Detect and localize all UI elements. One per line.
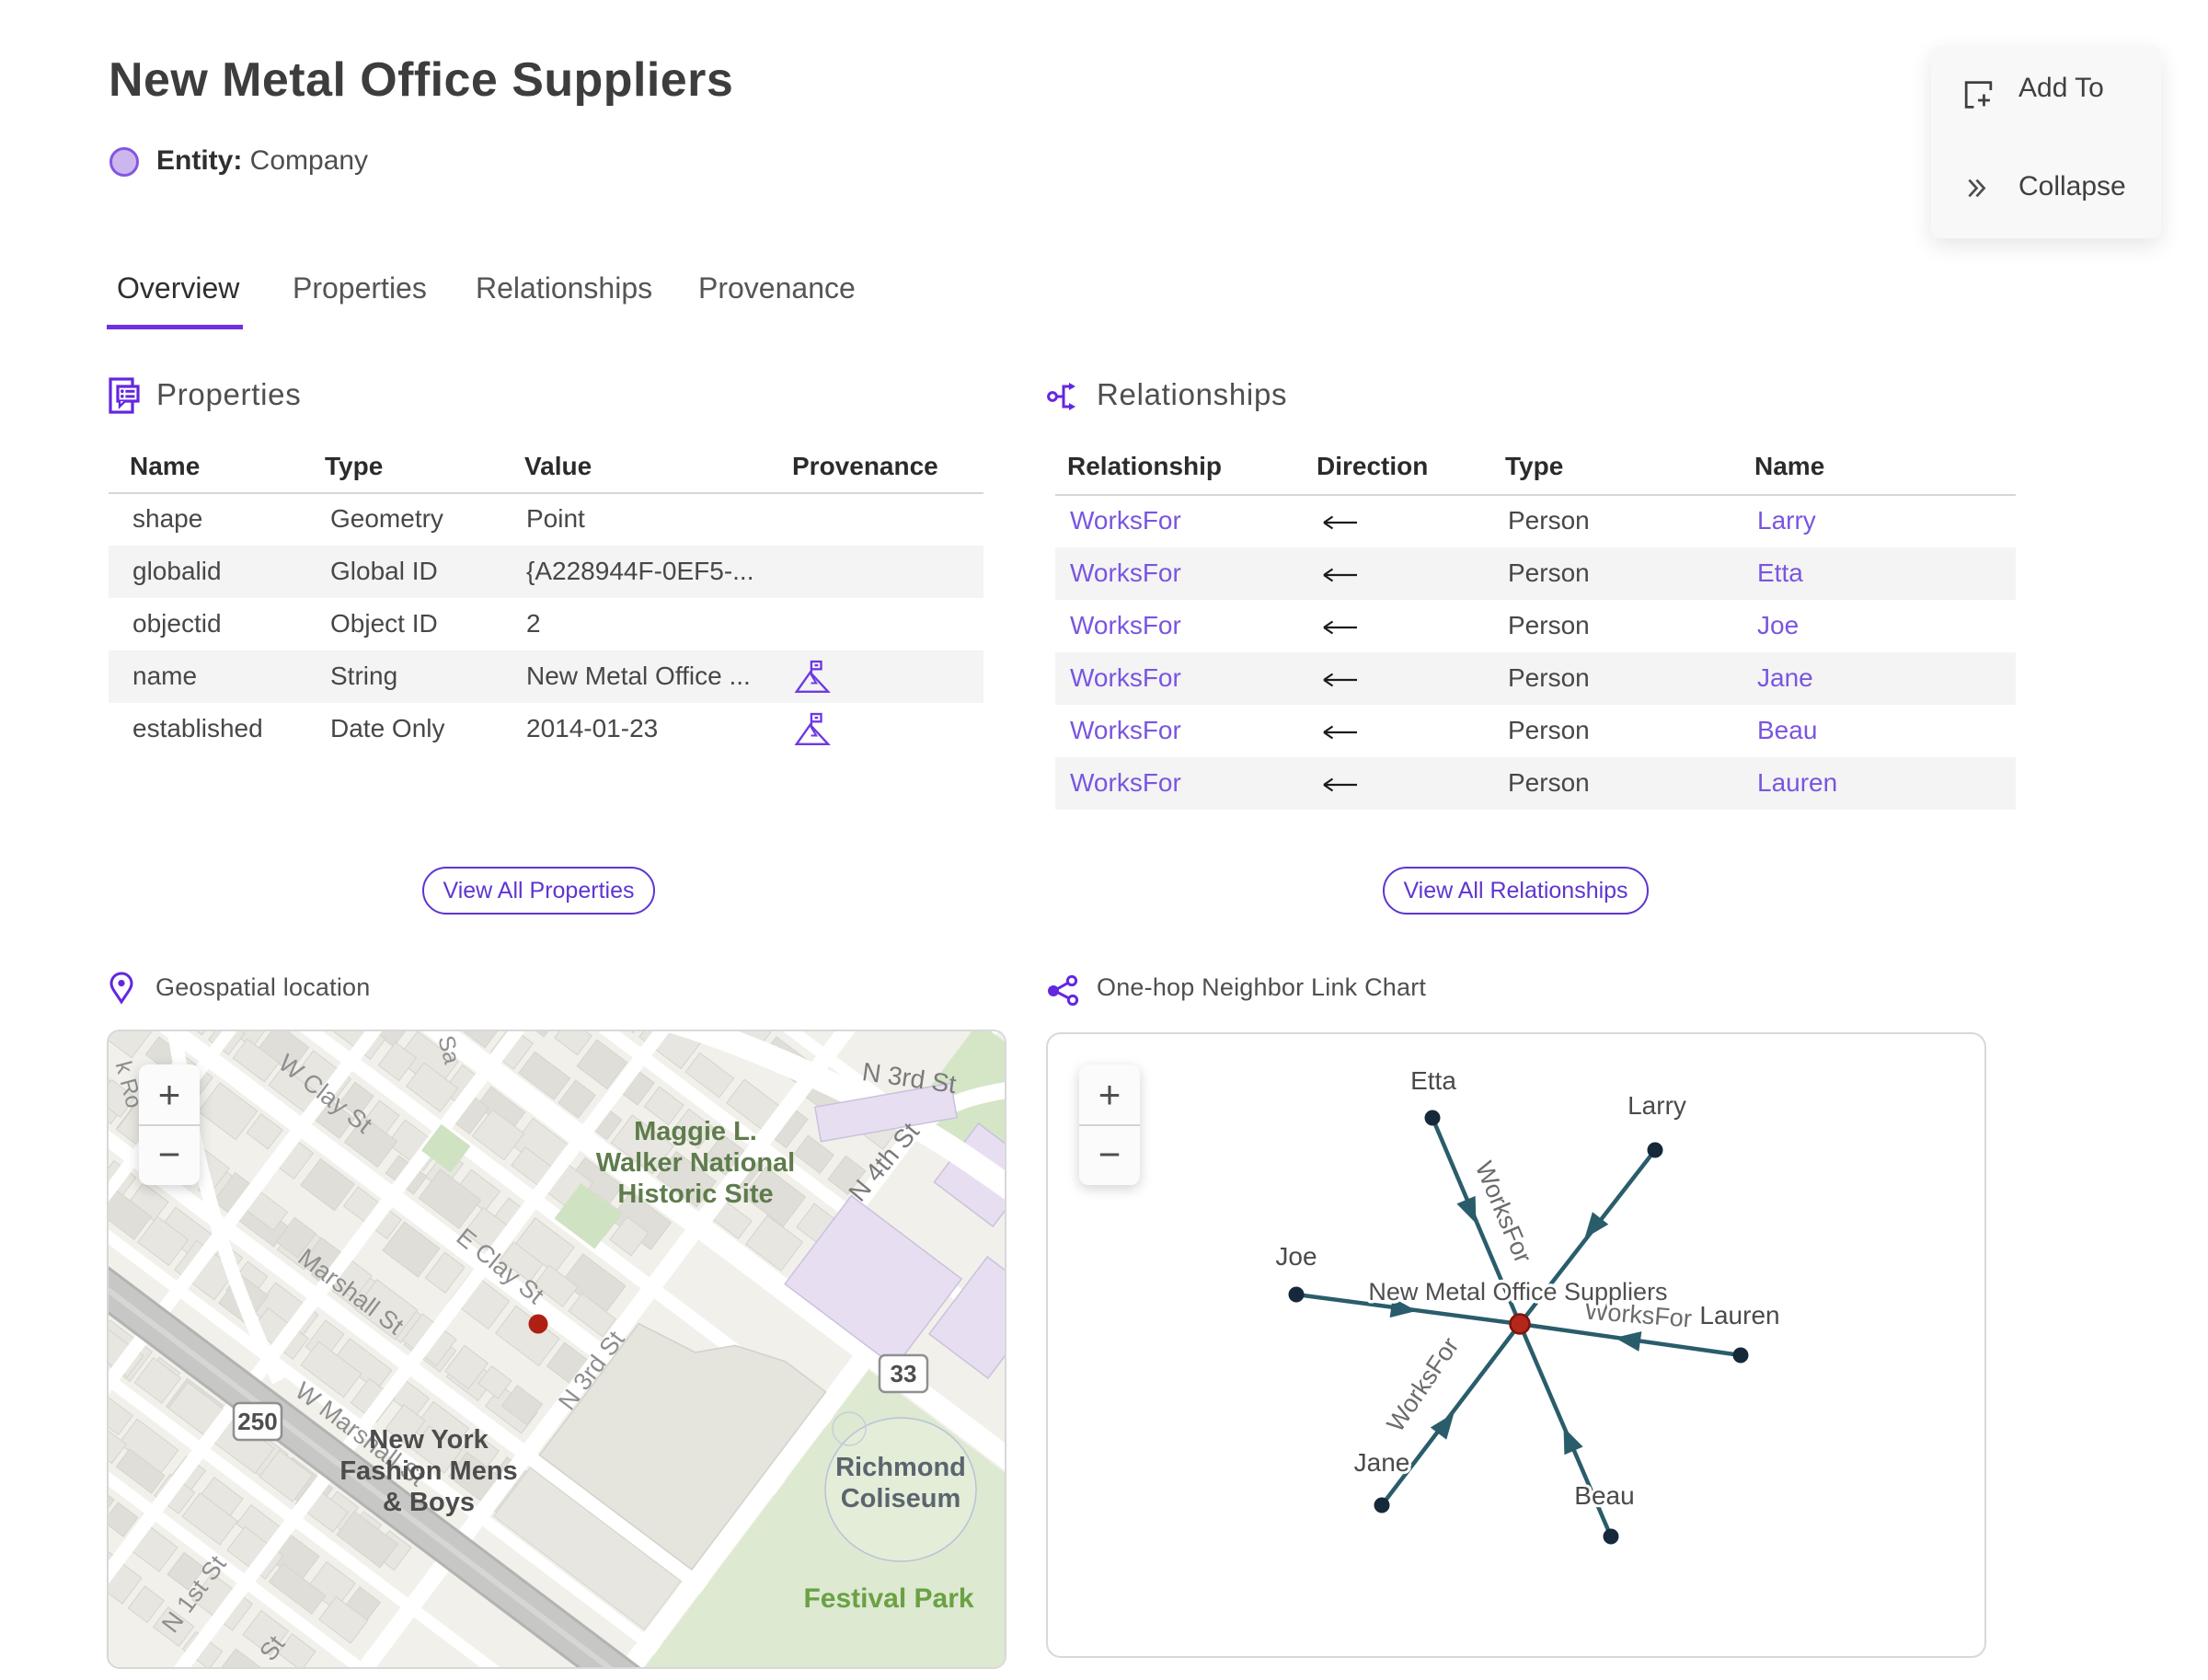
svg-text:Jane: Jane <box>1354 1448 1410 1477</box>
svg-text:Coliseum: Coliseum <box>841 1484 961 1513</box>
svg-text:Historic Site: Historic Site <box>617 1179 773 1209</box>
svg-text:Maggie L.: Maggie L. <box>634 1117 757 1146</box>
svg-text:Fashion Mens: Fashion Mens <box>339 1456 517 1486</box>
svg-text:WorksFor: WorksFor <box>1470 1157 1537 1267</box>
svg-text:Larry: Larry <box>1627 1091 1686 1120</box>
svg-text:New Metal Office Suppliers: New Metal Office Suppliers <box>1368 1278 1667 1306</box>
svg-text:Richmond: Richmond <box>835 1453 966 1482</box>
svg-text:Etta: Etta <box>1410 1066 1456 1095</box>
svg-text:33: 33 <box>891 1360 917 1387</box>
svg-text:Joe: Joe <box>1275 1242 1317 1271</box>
svg-text:Beau: Beau <box>1574 1481 1634 1510</box>
svg-text:250: 250 <box>237 1408 277 1435</box>
svg-text:Lauren: Lauren <box>1699 1301 1779 1329</box>
svg-text:New York: New York <box>369 1425 489 1455</box>
svg-text:WorksFor: WorksFor <box>1382 1332 1465 1436</box>
svg-text:Festival Park: Festival Park <box>803 1583 973 1614</box>
svg-text:Walker National: Walker National <box>596 1148 795 1178</box>
svg-text:& Boys: & Boys <box>383 1488 475 1517</box>
